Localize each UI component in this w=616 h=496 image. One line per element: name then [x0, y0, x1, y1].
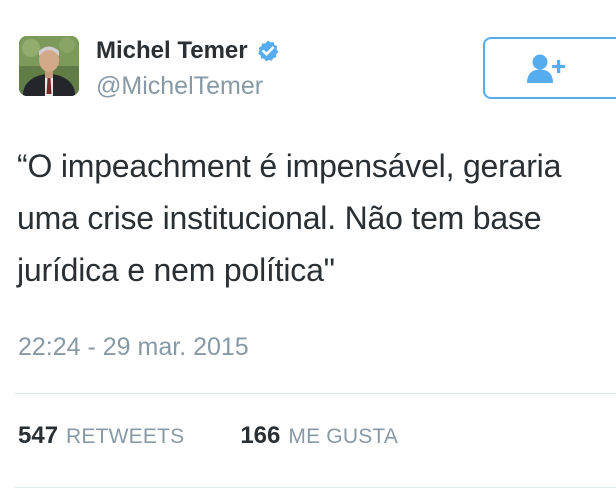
add-user-icon	[526, 54, 565, 83]
author-display-name[interactable]: Michel Temer	[96, 36, 248, 66]
likes-label: ME GUSTA	[288, 425, 399, 448]
avatar-photo	[19, 36, 79, 96]
tweet-stats: 547 RETWEETS 166 ME GUSTA	[18, 422, 398, 456]
avatar[interactable]	[19, 36, 79, 96]
divider	[14, 487, 616, 488]
tweet-text-line: uma crise institucional. Não tem base	[17, 200, 542, 236]
follow-button[interactable]	[483, 37, 616, 99]
tweet-text: “O impeachment é impensável, geraria uma…	[17, 140, 616, 296]
tweet-text-line: jurídica e nem política"	[17, 252, 335, 288]
retweets-count: 547	[18, 422, 59, 449]
divider	[14, 393, 616, 394]
tweet-timestamp[interactable]: 22:24 - 29 mar. 2015	[18, 330, 249, 364]
tweet-text-line: “O impeachment é impensável, geraria	[17, 148, 562, 184]
tweet-card: Michel Temer @MichelTemer “O impeachment…	[0, 0, 616, 496]
author-name-row: Michel Temer	[96, 34, 280, 68]
verified-badge-icon	[256, 39, 280, 63]
retweets-label: RETWEETS	[66, 425, 185, 448]
likes-stat[interactable]: 166 ME GUSTA	[240, 422, 398, 450]
likes-count: 166	[240, 422, 281, 449]
retweets-stat[interactable]: 547 RETWEETS	[18, 422, 184, 450]
author-handle[interactable]: @MichelTemer	[96, 70, 263, 102]
